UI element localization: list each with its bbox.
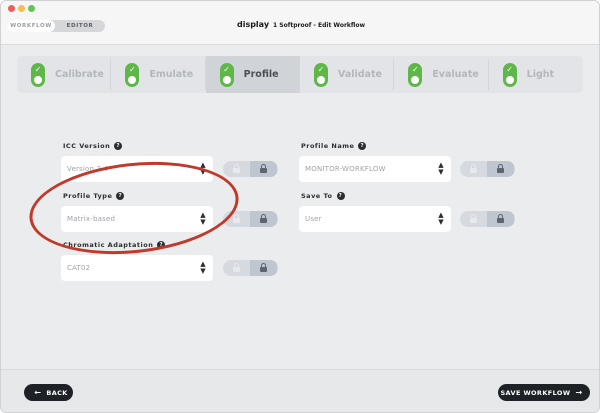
step-complete-icon: ✓ <box>408 62 423 87</box>
unlocked-option[interactable] <box>223 161 250 177</box>
minimize-window-button[interactable] <box>18 5 25 12</box>
profile-name-value: MONITOR-WORKFLOW <box>305 165 386 173</box>
icc-version-lock-toggle[interactable] <box>223 161 278 177</box>
app-window: WORKFLOW EDITOR display 1 Softproof - Edi… <box>0 0 600 413</box>
step-label: Emulate <box>149 69 194 80</box>
profile-type-value: Matrix-based <box>67 215 116 223</box>
footer-bar: ← BACK SAVE WORKFLOW → <box>1 369 599 412</box>
title-bar: WORKFLOW EDITOR display 1 Softproof - Edi… <box>1 1 599 45</box>
profile-type-select[interactable]: Matrix-based ▲ ▼ <box>61 206 213 232</box>
step-label: Calibrate <box>55 69 104 80</box>
step-complete-icon: ✓ <box>125 62 140 87</box>
lock-icon <box>260 163 267 173</box>
back-button[interactable]: ← BACK <box>24 384 73 401</box>
window-title: display 1 Softproof - Edit Workflow <box>1 20 599 29</box>
save-workflow-button[interactable]: SAVE WORKFLOW → <box>498 384 590 401</box>
save-to-select[interactable]: User ▲ ▼ <box>299 206 451 232</box>
locked-option[interactable] <box>250 260 277 276</box>
locked-option[interactable] <box>250 161 277 177</box>
close-window-button[interactable] <box>8 5 15 12</box>
save-to-value: User <box>305 215 322 223</box>
save-workflow-label: SAVE WORKFLOW <box>500 388 571 397</box>
save-to-lock-toggle[interactable] <box>460 211 515 227</box>
unlock-icon <box>233 262 240 272</box>
workflow-steps: ✓ Calibrate ✓ Emulate ✓ Profile ✓ Valida… <box>17 56 583 93</box>
step-label: Validate <box>337 69 382 80</box>
step-profile[interactable]: ✓ Profile <box>205 56 300 93</box>
profile-name-label: Profile Name? <box>301 142 367 150</box>
chromatic-adaptation-value: CAT02 <box>67 264 91 272</box>
unlocked-option[interactable] <box>460 211 487 227</box>
profile-name-label-text: Profile Name <box>301 142 355 150</box>
profile-name-lock-toggle[interactable] <box>460 161 515 177</box>
step-label: Light <box>526 69 555 80</box>
chromatic-adaptation-select[interactable]: CAT02 ▲ ▼ <box>61 255 213 281</box>
help-icon[interactable]: ? <box>358 142 367 150</box>
help-icon[interactable]: ? <box>157 241 166 249</box>
chromatic-adaptation-label: Chromatic Adaptation? <box>63 241 166 249</box>
help-icon[interactable]: ? <box>336 192 345 200</box>
icc-version-label-text: ICC Version <box>63 142 111 150</box>
select-arrows-icon: ▲ ▼ <box>200 211 206 226</box>
step-complete-icon: ✓ <box>313 62 328 87</box>
step-evaluate[interactable]: ✓ Evaluate <box>394 56 489 93</box>
select-arrows-icon: ▲ ▼ <box>200 260 206 275</box>
step-calibrate[interactable]: ✓ Calibrate <box>17 56 112 93</box>
help-icon[interactable]: ? <box>114 142 123 150</box>
step-complete-icon: ✓ <box>31 62 45 87</box>
step-validate[interactable]: ✓ Validate <box>300 56 395 93</box>
select-arrows-icon: ▲ ▼ <box>438 211 444 226</box>
chromatic-adaptation-label-text: Chromatic Adaptation <box>63 241 154 249</box>
profile-type-label-text: Profile Type <box>63 192 113 200</box>
lock-icon <box>260 262 267 272</box>
select-arrows-icon: ▲ ▼ <box>200 161 206 176</box>
unlocked-option[interactable] <box>460 161 487 177</box>
arrow-right-icon: → <box>575 388 583 397</box>
step-light[interactable]: ✓ Light <box>489 56 583 93</box>
save-to-label-text: Save To <box>301 192 333 200</box>
unlock-icon <box>233 213 240 223</box>
icc-version-value: Version 2.4 <box>67 165 109 173</box>
step-emulate[interactable]: ✓ Emulate <box>111 56 206 93</box>
lock-icon <box>497 163 504 173</box>
lock-icon <box>497 213 504 223</box>
window-title-subtitle: 1 Softproof - Edit Workflow <box>273 22 366 29</box>
zoom-window-button[interactable] <box>28 5 35 12</box>
step-label: Evaluate <box>432 69 479 80</box>
window-title-main: display <box>236 20 270 29</box>
locked-option[interactable] <box>487 161 514 177</box>
locked-option[interactable] <box>487 211 514 227</box>
arrow-left-icon: ← <box>34 388 42 397</box>
step-label: Profile <box>243 69 279 80</box>
unlock-icon <box>233 163 240 173</box>
unlock-icon <box>470 213 477 223</box>
back-button-label: BACK <box>46 388 68 397</box>
icc-version-label: ICC Version? <box>63 142 123 150</box>
step-complete-icon: ✓ <box>219 62 234 87</box>
save-to-label: Save To? <box>301 192 345 200</box>
help-icon[interactable]: ? <box>116 192 125 200</box>
icc-version-select[interactable]: Version 2.4 ▲ ▼ <box>61 156 213 182</box>
locked-option[interactable] <box>250 211 277 227</box>
profile-type-lock-toggle[interactable] <box>223 211 278 227</box>
unlocked-option[interactable] <box>223 211 250 227</box>
lock-icon <box>260 213 267 223</box>
chromatic-adaptation-lock-toggle[interactable] <box>223 260 278 276</box>
unlock-icon <box>470 163 477 173</box>
profile-type-label: Profile Type? <box>63 192 125 200</box>
unlocked-option[interactable] <box>223 260 250 276</box>
step-complete-icon: ✓ <box>502 62 517 87</box>
profile-name-select[interactable]: MONITOR-WORKFLOW ▲ ▼ <box>299 156 451 182</box>
select-arrows-icon: ▲ ▼ <box>438 161 444 176</box>
